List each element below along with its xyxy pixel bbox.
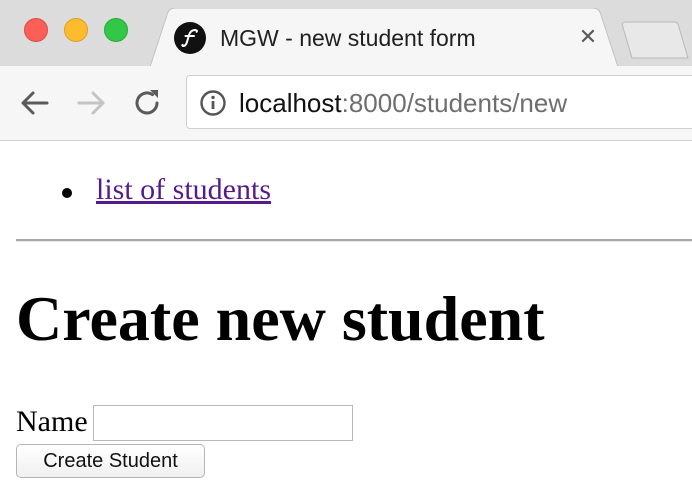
url-text: localhost:8000/students/new <box>239 86 567 120</box>
close-icon[interactable]: ✕ <box>574 24 602 52</box>
address-bar[interactable]: localhost:8000/students/new <box>186 75 692 129</box>
window-minimize-button[interactable] <box>64 18 88 42</box>
name-label: Name <box>16 405 88 438</box>
browser-toolbar: localhost:8000/students/new <box>0 66 692 141</box>
divider <box>16 239 692 242</box>
back-arrow-icon[interactable] <box>18 86 52 120</box>
url-host: localhost <box>239 88 342 118</box>
tab-strip: MGW - new student form ✕ <box>0 0 692 67</box>
reload-icon[interactable] <box>130 86 164 120</box>
list-of-students-link[interactable]: list of students <box>96 171 271 209</box>
name-input[interactable] <box>93 405 353 441</box>
window-maximize-button[interactable] <box>104 18 128 42</box>
info-icon[interactable] <box>199 89 227 117</box>
url-path: :8000/students/new <box>341 88 568 118</box>
symfony-icon <box>174 22 206 54</box>
tab-title: MGW - new student form <box>220 25 476 51</box>
bullet-icon <box>62 188 72 198</box>
new-tab-button[interactable] <box>618 20 692 60</box>
create-student-button[interactable]: Create Student <box>16 444 205 478</box>
forward-arrow-icon[interactable] <box>74 86 108 120</box>
page-title: Create new student <box>16 283 545 354</box>
page-content: list of students Create new student Name… <box>0 141 692 494</box>
active-tab[interactable]: MGW - new student form ✕ <box>150 8 620 67</box>
window-close-button[interactable] <box>24 18 48 42</box>
